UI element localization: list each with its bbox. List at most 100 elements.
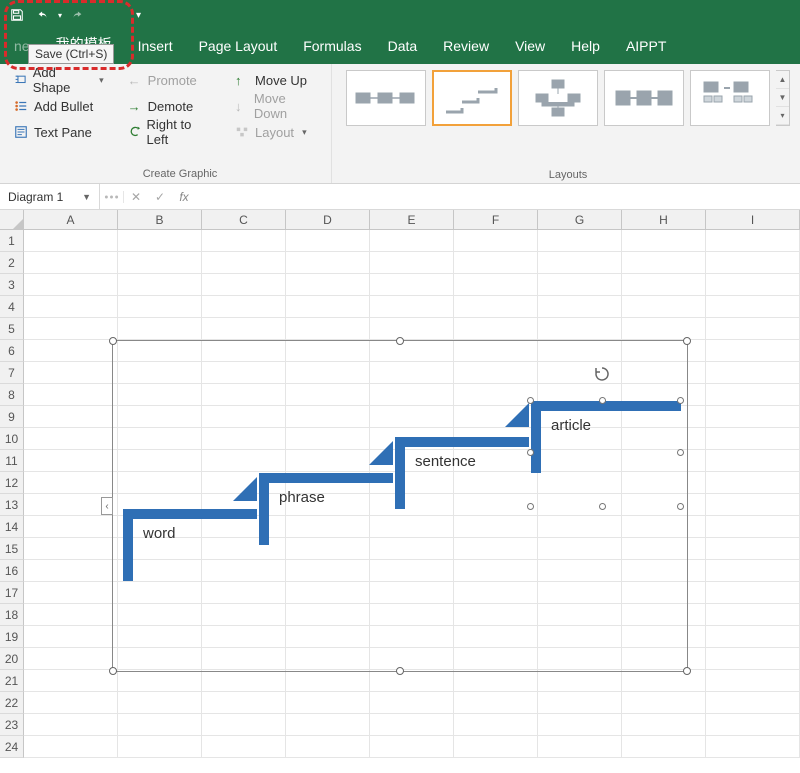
fx-icon[interactable]: fx <box>172 190 196 204</box>
cell[interactable] <box>622 230 706 252</box>
cell[interactable] <box>706 582 800 604</box>
row-header[interactable]: 17 <box>0 582 24 604</box>
cell[interactable] <box>370 274 454 296</box>
cell[interactable] <box>538 692 622 714</box>
cell[interactable] <box>706 648 800 670</box>
cell[interactable] <box>706 450 800 472</box>
shape-handle[interactable] <box>527 397 534 404</box>
cell[interactable] <box>24 362 118 384</box>
shape-handle[interactable] <box>527 503 534 510</box>
cell[interactable] <box>706 538 800 560</box>
cell[interactable] <box>706 318 800 340</box>
cell[interactable] <box>370 714 454 736</box>
row-header[interactable]: 12 <box>0 472 24 494</box>
cell[interactable] <box>24 230 118 252</box>
cell[interactable] <box>454 736 538 758</box>
undo-icon[interactable] <box>32 4 54 26</box>
save-icon[interactable] <box>6 4 28 26</box>
resize-handle-sw[interactable] <box>109 667 117 675</box>
resize-handle-nw[interactable] <box>109 337 117 345</box>
cell[interactable] <box>118 714 202 736</box>
cell[interactable] <box>622 736 706 758</box>
cell[interactable] <box>706 428 800 450</box>
layout-thumb-1[interactable] <box>346 70 426 126</box>
cell[interactable] <box>118 670 202 692</box>
col-header[interactable]: D <box>286 210 370 230</box>
cell[interactable] <box>622 296 706 318</box>
cell[interactable] <box>706 560 800 582</box>
cell[interactable] <box>118 252 202 274</box>
cell[interactable] <box>622 692 706 714</box>
cell[interactable] <box>706 274 800 296</box>
layout-thumb-3[interactable] <box>518 70 598 126</box>
shape-handle[interactable] <box>677 503 684 510</box>
layout-thumb-5[interactable] <box>690 70 770 126</box>
cell[interactable] <box>24 340 118 362</box>
cell[interactable] <box>202 714 286 736</box>
cell[interactable] <box>286 274 370 296</box>
cell[interactable] <box>706 714 800 736</box>
cell[interactable] <box>706 736 800 758</box>
add-shape-button[interactable]: Add Shape ▾ <box>10 68 108 92</box>
cell[interactable] <box>24 406 118 428</box>
row-header[interactable]: 4 <box>0 296 24 318</box>
cell[interactable] <box>538 670 622 692</box>
row-header[interactable]: 2 <box>0 252 24 274</box>
resize-handle-s[interactable] <box>396 667 404 675</box>
cell[interactable] <box>706 604 800 626</box>
text-pane-toggle[interactable]: ‹ <box>101 497 113 515</box>
cancel-x-icon[interactable]: ✕ <box>124 190 148 204</box>
cell[interactable] <box>538 736 622 758</box>
cell[interactable] <box>706 406 800 428</box>
tab-formulas[interactable]: Formulas <box>303 32 361 64</box>
layouts-gallery[interactable]: ▲▼▾ <box>346 70 790 126</box>
cell[interactable] <box>24 626 118 648</box>
row-header[interactable]: 1 <box>0 230 24 252</box>
cell[interactable] <box>286 252 370 274</box>
step-shape[interactable] <box>369 441 393 465</box>
cell[interactable] <box>24 692 118 714</box>
cell[interactable] <box>118 274 202 296</box>
cell[interactable] <box>286 692 370 714</box>
cell[interactable] <box>706 692 800 714</box>
row-header[interactable]: 14 <box>0 516 24 538</box>
cell[interactable] <box>538 252 622 274</box>
cell[interactable] <box>24 736 118 758</box>
chevron-up-icon[interactable]: ▲ <box>776 71 789 89</box>
cell[interactable] <box>286 296 370 318</box>
row-header[interactable]: 21 <box>0 670 24 692</box>
gallery-expand[interactable]: ▲▼▾ <box>776 70 790 126</box>
row-header[interactable]: 5 <box>0 318 24 340</box>
demote-button[interactable]: → Demote <box>124 94 215 118</box>
cell[interactable] <box>538 274 622 296</box>
cell[interactable] <box>202 670 286 692</box>
row-header[interactable]: 20 <box>0 648 24 670</box>
cell[interactable] <box>454 252 538 274</box>
cell[interactable] <box>24 428 118 450</box>
tab-data[interactable]: Data <box>388 32 418 64</box>
cell[interactable] <box>370 736 454 758</box>
layout-thumb-2[interactable] <box>432 70 512 126</box>
cell[interactable] <box>202 252 286 274</box>
cell[interactable] <box>24 538 118 560</box>
step-shape[interactable] <box>233 477 257 501</box>
cell[interactable] <box>454 670 538 692</box>
resize-handle-ne[interactable] <box>683 337 691 345</box>
row-header[interactable]: 24 <box>0 736 24 758</box>
cell[interactable] <box>24 670 118 692</box>
cell[interactable] <box>118 692 202 714</box>
step-shape[interactable] <box>395 437 405 509</box>
cell[interactable] <box>538 318 622 340</box>
row-header[interactable]: 3 <box>0 274 24 296</box>
cell[interactable] <box>286 670 370 692</box>
cell[interactable] <box>24 560 118 582</box>
tab-page-layout[interactable]: Page Layout <box>199 32 278 64</box>
rotate-handle-icon[interactable] <box>593 365 611 383</box>
cancel-icon[interactable] <box>100 191 124 203</box>
cell[interactable] <box>706 384 800 406</box>
row-header[interactable]: 22 <box>0 692 24 714</box>
cell[interactable] <box>24 296 118 318</box>
chevron-down-icon[interactable]: ▾ <box>776 107 789 125</box>
cell[interactable] <box>202 296 286 318</box>
cell[interactable] <box>622 318 706 340</box>
